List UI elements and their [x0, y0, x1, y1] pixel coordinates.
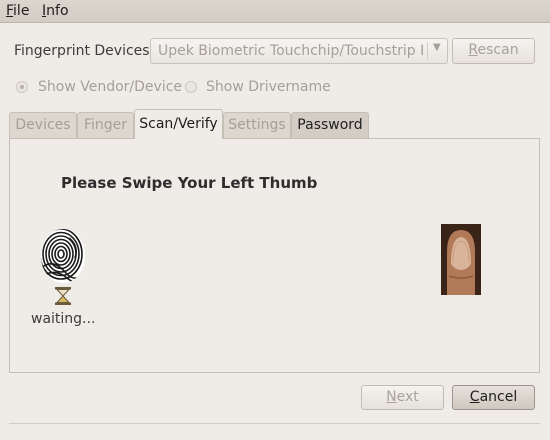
tab-password[interactable]: Password [291, 112, 369, 138]
next-button[interactable]: Next [361, 385, 444, 410]
menu-info[interactable]: Info [42, 3, 69, 19]
show-vendor-radio[interactable] [16, 81, 28, 93]
combo-separator [427, 42, 428, 60]
chevron-down-icon: ▼ [433, 42, 441, 53]
device-select[interactable]: Upek Biometric Touchchip/Touchstrip Fing… [150, 38, 448, 64]
menu-file[interactable]: File [6, 3, 29, 19]
show-drivername-radio[interactable] [185, 81, 197, 93]
menu-bar: File Info [0, 0, 550, 23]
show-drivername-label: Show Drivername [206, 79, 331, 95]
show-vendor-label: Show Vendor/Device [38, 79, 183, 95]
thumb-photo-icon [441, 224, 481, 299]
fingerprint-icon [39, 228, 87, 292]
cancel-button[interactable]: Cancel [452, 385, 535, 410]
scan-status: waiting... [31, 311, 96, 327]
tab-finger[interactable]: Finger [77, 112, 134, 138]
bottom-separator [9, 423, 540, 424]
hourglass-icon [54, 287, 72, 309]
tab-scan-verify[interactable]: Scan/Verify [134, 109, 223, 139]
fingerprint-devices-label: Fingerprint Devices: [14, 43, 155, 59]
device-select-value: Upek Biometric Touchchip/Touchstrip Fing… [158, 43, 423, 59]
tab-devices[interactable]: Devices [9, 112, 77, 138]
scan-instruction: Please Swipe Your Left Thumb [61, 174, 318, 192]
rescan-button[interactable]: Rescan [452, 38, 535, 64]
tab-settings[interactable]: Settings [223, 112, 291, 138]
